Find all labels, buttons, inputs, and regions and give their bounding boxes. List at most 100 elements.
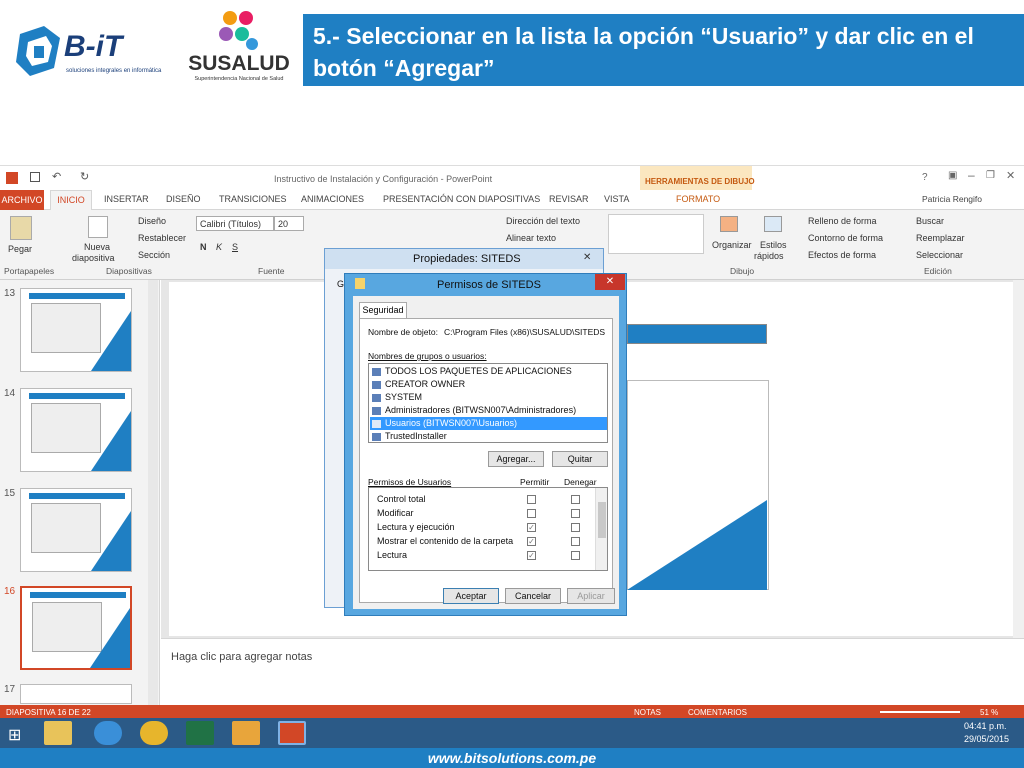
new-slide-button-line2[interactable]: diapositiva: [72, 253, 115, 263]
paste-icon[interactable]: [10, 216, 32, 240]
scroll-thumb[interactable]: [598, 502, 606, 538]
thumbnail-number: 14: [4, 388, 16, 399]
paste-button[interactable]: Pegar: [8, 244, 32, 254]
arrange-button[interactable]: Organizar: [712, 240, 752, 250]
group-item[interactable]: CREATOR OWNER: [385, 379, 465, 389]
font-size-select[interactable]: 20: [274, 216, 304, 231]
font-name-select[interactable]: Calibri (Títulos): [196, 216, 274, 231]
save-icon[interactable]: [30, 172, 40, 182]
undo-icon[interactable]: ↶: [52, 170, 61, 183]
add-button[interactable]: Agregar...: [488, 451, 544, 467]
tab-seguridad[interactable]: Seguridad: [359, 302, 407, 318]
underline-button[interactable]: S: [232, 242, 238, 252]
slide-thumbnail[interactable]: [20, 684, 132, 704]
deny-checkbox[interactable]: [571, 495, 580, 504]
remove-button[interactable]: Quitar: [552, 451, 608, 467]
slide-thumbnail-selected[interactable]: [20, 586, 132, 670]
file-explorer-icon[interactable]: [44, 721, 72, 745]
deny-checkbox[interactable]: [571, 509, 580, 518]
tab-insertar[interactable]: INSERTAR: [104, 194, 149, 204]
ok-button[interactable]: Aceptar: [443, 588, 499, 604]
reset-button[interactable]: Restablecer: [138, 233, 186, 243]
slide-thumbnail[interactable]: [20, 388, 132, 472]
tab-vista[interactable]: VISTA: [604, 194, 629, 204]
close-icon[interactable]: ✕: [1006, 169, 1015, 182]
redo-icon[interactable]: ↻: [80, 170, 89, 183]
tab-diseno[interactable]: DISEÑO: [166, 194, 201, 204]
permission-name: Control total: [377, 494, 426, 504]
thumbnail-scrollbar[interactable]: [148, 280, 158, 705]
quick-styles-button[interactable]: Estilos: [760, 240, 787, 250]
notes-pane[interactable]: Haga clic para agregar notas: [161, 638, 1024, 705]
allow-checkbox-checked[interactable]: ✓: [527, 551, 536, 560]
tab-transiciones[interactable]: TRANSICIONES: [219, 194, 287, 204]
tab-formato[interactable]: FORMATO: [676, 194, 720, 204]
align-text-button[interactable]: Alinear texto: [506, 233, 556, 243]
zoom-slider[interactable]: [880, 711, 960, 713]
notes-button[interactable]: NOTAS: [634, 708, 661, 717]
find-button[interactable]: Buscar: [916, 216, 944, 226]
group-item[interactable]: SYSTEM: [385, 392, 422, 402]
tab-archivo[interactable]: ARCHIVO: [0, 190, 44, 210]
allow-checkbox[interactable]: [527, 495, 536, 504]
permissions-scrollbar[interactable]: [595, 488, 607, 570]
selected-title-shape[interactable]: [627, 324, 767, 344]
group-item[interactable]: TrustedInstaller: [385, 431, 447, 441]
layout-button[interactable]: Diseño: [138, 216, 166, 226]
italic-button[interactable]: K: [216, 242, 222, 252]
shape-outline-button[interactable]: Contorno de forma: [808, 233, 883, 243]
deny-checkbox[interactable]: [571, 523, 580, 532]
apply-button[interactable]: Aplicar: [567, 588, 615, 604]
group-item-selected[interactable]: Usuarios (BITWSN007\Usuarios): [385, 418, 517, 428]
group-item[interactable]: TODOS LOS PAQUETES DE APLICACIONES: [385, 366, 572, 376]
start-icon[interactable]: ⊞: [8, 725, 21, 745]
arrange-icon[interactable]: [720, 216, 738, 232]
internet-explorer-icon[interactable]: [94, 721, 122, 745]
minimize-icon[interactable]: –: [968, 168, 975, 182]
powerpoint-taskbar-icon[interactable]: [278, 721, 306, 745]
slide-thumbnail[interactable]: [20, 488, 132, 572]
allow-checkbox-checked[interactable]: ✓: [527, 523, 536, 532]
zoom-level[interactable]: 51 %: [980, 708, 998, 717]
permissions-close-icon[interactable]: ✕: [595, 274, 625, 290]
quick-styles-icon[interactable]: [764, 216, 782, 232]
ribbon-display-icon[interactable]: ▣: [948, 170, 957, 181]
excel-icon[interactable]: [186, 721, 214, 745]
chrome-icon[interactable]: [140, 721, 168, 745]
replace-button[interactable]: Reemplazar: [916, 233, 965, 243]
new-slide-button[interactable]: Nueva: [84, 242, 110, 252]
allow-checkbox[interactable]: [527, 509, 536, 518]
group-icon: [372, 420, 381, 428]
allow-checkbox-checked[interactable]: ✓: [527, 537, 536, 546]
new-slide-icon[interactable]: [88, 216, 108, 238]
cancel-button[interactable]: Cancelar: [505, 588, 561, 604]
group-item[interactable]: Administradores (BITWSN007\Administrador…: [385, 405, 576, 415]
help-icon[interactable]: ?: [922, 172, 928, 183]
user-name[interactable]: Patricia Rengifo: [922, 194, 982, 204]
permission-name: Lectura: [377, 550, 408, 560]
shape-fill-button[interactable]: Relleno de forma: [808, 216, 877, 226]
quick-styles-button-line2[interactable]: rápidos: [754, 251, 784, 261]
clock-date[interactable]: 29/05/2015: [964, 734, 1009, 744]
shape-effects-button[interactable]: Efectos de forma: [808, 250, 876, 260]
section-button[interactable]: Sección: [138, 250, 170, 260]
canvas-scrollbar[interactable]: [1013, 280, 1024, 638]
tab-animaciones[interactable]: ANIMACIONES: [301, 194, 364, 204]
properties-close-icon[interactable]: ✕: [583, 252, 591, 263]
maximize-icon[interactable]: ❐: [986, 170, 995, 181]
clock-time[interactable]: 04:41 p.m.: [964, 721, 1007, 731]
tab-revisar[interactable]: REVISAR: [549, 194, 589, 204]
comments-button[interactable]: COMENTARIOS: [688, 708, 747, 717]
tab-inicio[interactable]: INICIO: [50, 190, 92, 210]
deny-checkbox[interactable]: [571, 537, 580, 546]
slide-thumbnail[interactable]: [20, 288, 132, 372]
tab-presentacion[interactable]: PRESENTACIÓN CON DIAPOSITIVAS: [383, 194, 540, 204]
text-direction-button[interactable]: Dirección del texto: [506, 216, 580, 226]
bold-button[interactable]: N: [200, 242, 207, 252]
media-player-icon[interactable]: [232, 721, 260, 745]
shapes-gallery[interactable]: [608, 214, 704, 254]
select-button[interactable]: Seleccionar: [916, 250, 963, 260]
properties-tab[interactable]: G: [337, 279, 344, 289]
permissions-dialog: Permisos de SITEDS ✕ Seguridad Nombre de…: [344, 273, 627, 616]
deny-checkbox[interactable]: [571, 551, 580, 560]
